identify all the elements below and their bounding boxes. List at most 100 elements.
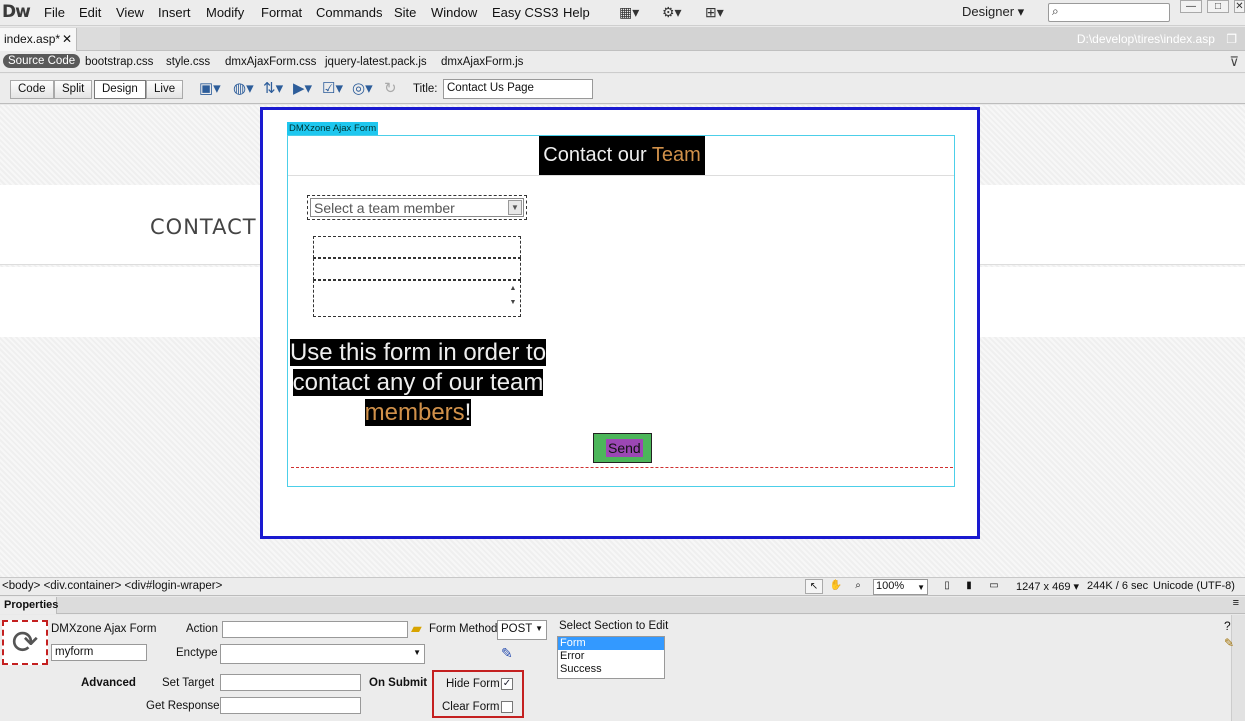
contact-heading: CONTACT xyxy=(150,215,257,239)
tag-selector[interactable]: <body> <div.container> <div#login-wraper… xyxy=(2,580,222,592)
pointer-tool-icon[interactable]: ↖ xyxy=(805,579,823,594)
intro-line-2: contact any of our team xyxy=(292,369,544,396)
zoom-select[interactable]: 100% ▼ xyxy=(873,579,928,595)
team-member-select-box[interactable]: Select a team member ▼ xyxy=(310,198,524,217)
section-item-error[interactable]: Error xyxy=(558,650,664,663)
split-view-button[interactable]: Split xyxy=(54,80,93,99)
tablet-size-icon[interactable]: ▮ xyxy=(960,579,978,594)
on-submit-label: On Submit xyxy=(369,677,428,689)
menu-file[interactable]: File xyxy=(44,5,65,20)
minimize-button[interactable]: — xyxy=(1180,0,1202,13)
intro-line-1: Use this form in order to xyxy=(289,339,547,366)
hide-form-checkbox[interactable]: ✓ xyxy=(501,678,513,690)
form-method-label: Form Method xyxy=(429,623,498,635)
send-button[interactable]: Send xyxy=(593,433,652,463)
panel-scrollbar[interactable] xyxy=(1231,615,1245,721)
menu-easy-css3[interactable]: Easy CSS3 xyxy=(492,5,558,20)
site-map-icon[interactable]: ⊞▾ xyxy=(705,4,724,21)
clear-form-label: Clear Form xyxy=(442,701,500,713)
desktop-size-icon[interactable]: ▭ xyxy=(985,579,1003,594)
menu-insert[interactable]: Insert xyxy=(158,5,191,20)
zoom-tool-icon[interactable]: ⌕ xyxy=(849,579,867,594)
login-wrapper[interactable]: DMXzone Ajax Form Contact our Team Selec… xyxy=(260,107,980,539)
design-canvas[interactable]: CONTACT DMXzone Ajax Form Contact our Te… xyxy=(0,105,1245,577)
form-method-select[interactable]: POST ▼ xyxy=(497,620,547,640)
maximize-button[interactable]: □ xyxy=(1207,0,1229,13)
form-id-input[interactable]: myform xyxy=(51,644,147,661)
mobile-size-icon[interactable]: ▯ xyxy=(938,579,956,594)
chevron-down-icon[interactable]: ▼ xyxy=(508,200,522,215)
design-view-button[interactable]: Design xyxy=(94,80,146,99)
visual-aids-icon[interactable]: ◎▾ xyxy=(352,79,373,97)
file-management-icon[interactable]: ⇅▾ xyxy=(263,79,283,97)
related-file[interactable]: dmxAjaxForm.js xyxy=(441,56,523,68)
document-tab-bar: index.asp* ✕ D:\develop\tires\index.asp … xyxy=(0,27,1245,51)
related-file[interactable]: bootstrap.css xyxy=(85,56,153,68)
intro-end: ! xyxy=(464,399,472,426)
menu-edit[interactable]: Edit xyxy=(79,5,101,20)
help-search-input[interactable]: ⌕ xyxy=(1048,3,1170,22)
related-file[interactable]: dmxAjaxForm.css xyxy=(225,56,316,68)
check-browser-icon[interactable]: ☑▾ xyxy=(322,79,343,97)
scrollbar-arrows-icon[interactable]: ▲ ▼ xyxy=(507,282,519,312)
get-response-input[interactable] xyxy=(220,697,361,714)
menu-window[interactable]: Window xyxy=(431,5,477,20)
menu-site[interactable]: Site xyxy=(394,5,416,20)
document-path: D:\develop\tires\index.asp ❐ xyxy=(1077,32,1237,46)
menu-commands[interactable]: Commands xyxy=(316,5,382,20)
ajax-form[interactable]: Contact our Team Select a team member ▼ … xyxy=(287,135,955,487)
name-field[interactable] xyxy=(313,236,521,258)
select-placeholder: Select a team member xyxy=(314,200,455,216)
layout-icon[interactable]: ▦▾ xyxy=(619,4,639,21)
help-icon[interactable]: ? xyxy=(1224,619,1231,633)
preview-browser-icon[interactable]: ◍▾ xyxy=(233,79,254,97)
page-title-input[interactable]: Contact Us Page xyxy=(443,79,593,99)
menu-help[interactable]: Help xyxy=(563,5,590,20)
edit-icon[interactable]: ✎ xyxy=(1224,636,1234,650)
close-window-button[interactable]: ✕ xyxy=(1234,0,1245,13)
message-textarea[interactable]: ▲ ▼ xyxy=(313,280,521,317)
action-label: Action xyxy=(186,623,218,635)
related-file[interactable]: jquery-latest.pack.js xyxy=(325,56,427,68)
pencil-icon[interactable]: ✎ xyxy=(501,645,513,662)
form-title-text: Contact our xyxy=(543,144,652,166)
live-view-button[interactable]: Live xyxy=(146,80,184,99)
source-code-button[interactable]: Source Code xyxy=(3,54,81,68)
enctype-select[interactable]: ▼ xyxy=(220,644,425,664)
zoom-value: 100% xyxy=(876,580,905,592)
set-target-input[interactable] xyxy=(220,674,361,691)
section-item-form[interactable]: Form xyxy=(558,637,664,650)
team-member-select[interactable]: Select a team member ▼ xyxy=(307,195,527,220)
multiscreen-icon[interactable]: ▣▾ xyxy=(199,79,221,97)
workspace-switcher[interactable]: Designer ▾ xyxy=(962,4,1024,20)
properties-tab[interactable]: Properties xyxy=(0,597,58,614)
clear-form-checkbox[interactable] xyxy=(501,701,513,713)
folder-icon[interactable]: ▰ xyxy=(411,620,422,637)
panel-menu-icon[interactable]: ≡ xyxy=(1233,597,1239,609)
menu-modify[interactable]: Modify xyxy=(206,5,244,20)
email-field[interactable] xyxy=(313,258,521,280)
refresh-icon[interactable]: ↻ xyxy=(384,79,397,97)
menu-format[interactable]: Format xyxy=(261,5,302,20)
related-file[interactable]: style.css xyxy=(166,56,210,68)
chevron-down-icon: ▼ xyxy=(413,648,421,657)
properties-panel: ⟳ DMXzone Ajax Form myform Action ▰ Form… xyxy=(0,615,1245,721)
action-input[interactable] xyxy=(222,621,408,638)
section-item-success[interactable]: Success xyxy=(558,663,664,676)
tab-index-asp[interactable]: index.asp* ✕ xyxy=(0,28,77,51)
gear-icon[interactable]: ⚙▾ xyxy=(662,4,682,21)
close-tab-icon[interactable]: ✕ xyxy=(62,32,72,46)
w3c-validation-icon[interactable]: ▶▾ xyxy=(293,79,312,97)
section-list[interactable]: Form Error Success xyxy=(557,636,665,679)
select-section-label: Select Section to Edit xyxy=(559,620,669,632)
code-view-button[interactable]: Code xyxy=(10,80,54,99)
menu-bar: Dw File Edit View Insert Modify Format C… xyxy=(0,0,1245,26)
restore-icon[interactable]: ❐ xyxy=(1226,32,1237,46)
ajax-form-tag[interactable]: DMXzone Ajax Form xyxy=(287,122,379,135)
menu-view[interactable]: View xyxy=(116,5,144,20)
chevron-down-icon: ▼ xyxy=(917,583,925,592)
hand-tool-icon[interactable]: ✋ xyxy=(827,579,845,594)
advanced-label: Advanced xyxy=(81,677,136,689)
window-size[interactable]: 1247 x 469 ▾ xyxy=(1016,580,1079,593)
filter-icon[interactable]: ⊽ xyxy=(1229,54,1239,70)
